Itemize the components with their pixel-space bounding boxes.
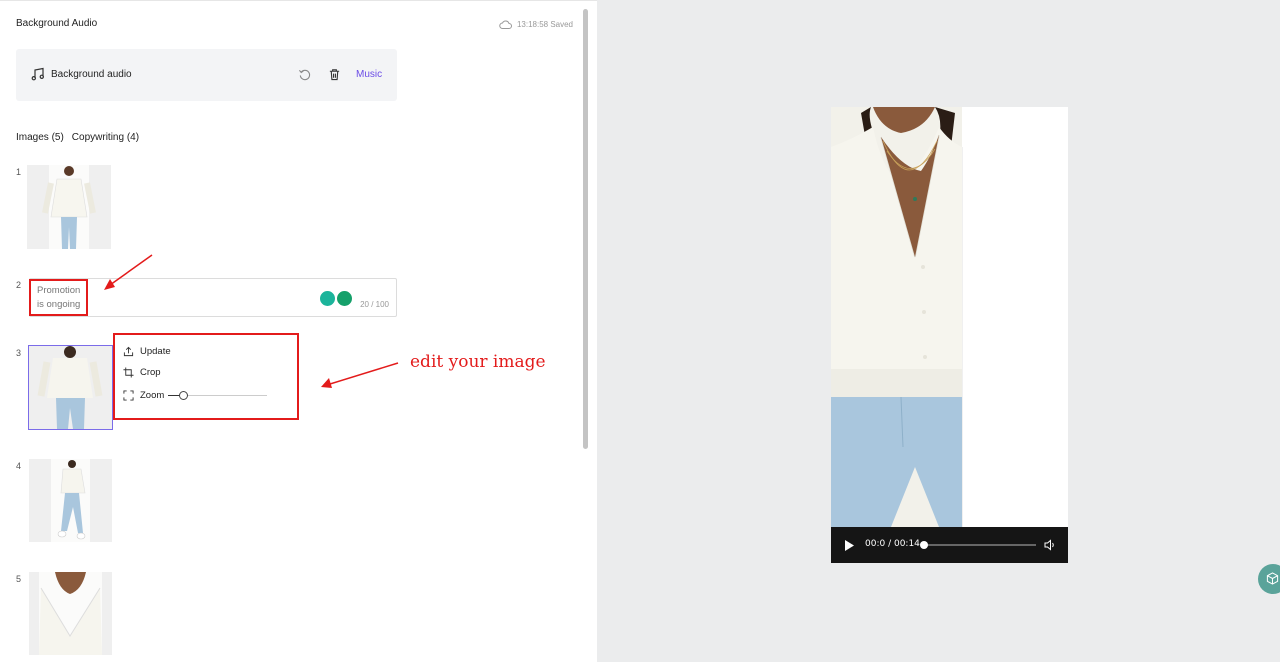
player-controls: 00:0 / 00:14 [831, 527, 1068, 563]
image-thumbnail[interactable] [29, 459, 112, 542]
highlight-box [29, 279, 88, 316]
model-front-image [27, 165, 111, 249]
annotation-text: edit your image [410, 352, 546, 372]
tab-copywriting[interactable]: Copywriting (4) [72, 132, 139, 143]
music-link[interactable]: Music [356, 69, 382, 80]
save-status: 13:18:58 Saved [499, 19, 573, 30]
content-tabs: Images (5) Copywriting (4) [16, 132, 139, 143]
arrow-annotation [104, 254, 153, 290]
seek-bar[interactable] [924, 544, 1036, 546]
model-back-image [29, 346, 112, 429]
crop-icon [123, 367, 134, 378]
editor-panel: Background Audio 13:18:58 Saved Backgrou… [0, 0, 597, 662]
row-number: 4 [16, 461, 22, 471]
undo-icon[interactable] [298, 68, 311, 81]
crop-label: Crop [140, 367, 161, 378]
image-thumbnail[interactable] [27, 165, 111, 249]
row-number: 3 [16, 348, 22, 358]
extension-icons [320, 291, 352, 306]
model-walking-image [29, 459, 112, 542]
trash-icon[interactable] [328, 68, 341, 81]
lightbulb-icon[interactable] [320, 291, 335, 306]
player-time: 00:0 / 00:14 [865, 539, 920, 549]
scrollbar[interactable] [583, 9, 588, 449]
zoom-label: Zoom [140, 390, 165, 401]
menu-item-crop[interactable]: Crop [123, 367, 161, 378]
background-audio-card: Background audio Music [16, 49, 397, 101]
image-thumbnail-selected[interactable] [28, 345, 113, 430]
upload-icon [123, 346, 134, 357]
expand-icon [123, 390, 134, 401]
char-count: 20 / 100 [360, 300, 389, 309]
menu-item-update[interactable]: Update [123, 346, 171, 357]
row-number: 5 [16, 574, 22, 584]
saved-text: 13:18:58 Saved [516, 20, 573, 29]
preview-panel: 00:0 / 00:14 [597, 0, 1280, 662]
zoom-slider-handle[interactable] [179, 391, 188, 400]
floating-action-button[interactable] [1258, 564, 1280, 594]
page-title: Background Audio [16, 18, 98, 29]
audio-label: Background audio [51, 69, 132, 80]
seek-handle[interactable] [920, 541, 928, 549]
row-number: 1 [16, 167, 22, 177]
cloud-icon [499, 20, 512, 29]
play-icon[interactable] [845, 540, 854, 551]
video-player[interactable]: 00:0 / 00:14 [831, 107, 1068, 563]
volume-icon[interactable] [1044, 539, 1056, 551]
tab-images[interactable]: Images (5) [16, 132, 64, 143]
arrow-annotation [321, 362, 399, 388]
row-number: 2 [16, 280, 22, 290]
image-thumbnail[interactable] [29, 572, 112, 655]
image-edit-menu: Update Crop Zoom [113, 333, 298, 419]
app-root: Background Audio 13:18:58 Saved Backgrou… [0, 0, 1280, 662]
video-frame [831, 107, 1068, 527]
cube-icon [1266, 572, 1279, 585]
grammarly-icon[interactable] [337, 291, 352, 306]
music-note-icon [31, 67, 44, 81]
menu-item-zoom[interactable]: Zoom [123, 390, 164, 401]
update-label: Update [140, 346, 171, 357]
model-closeup-image [29, 572, 112, 655]
